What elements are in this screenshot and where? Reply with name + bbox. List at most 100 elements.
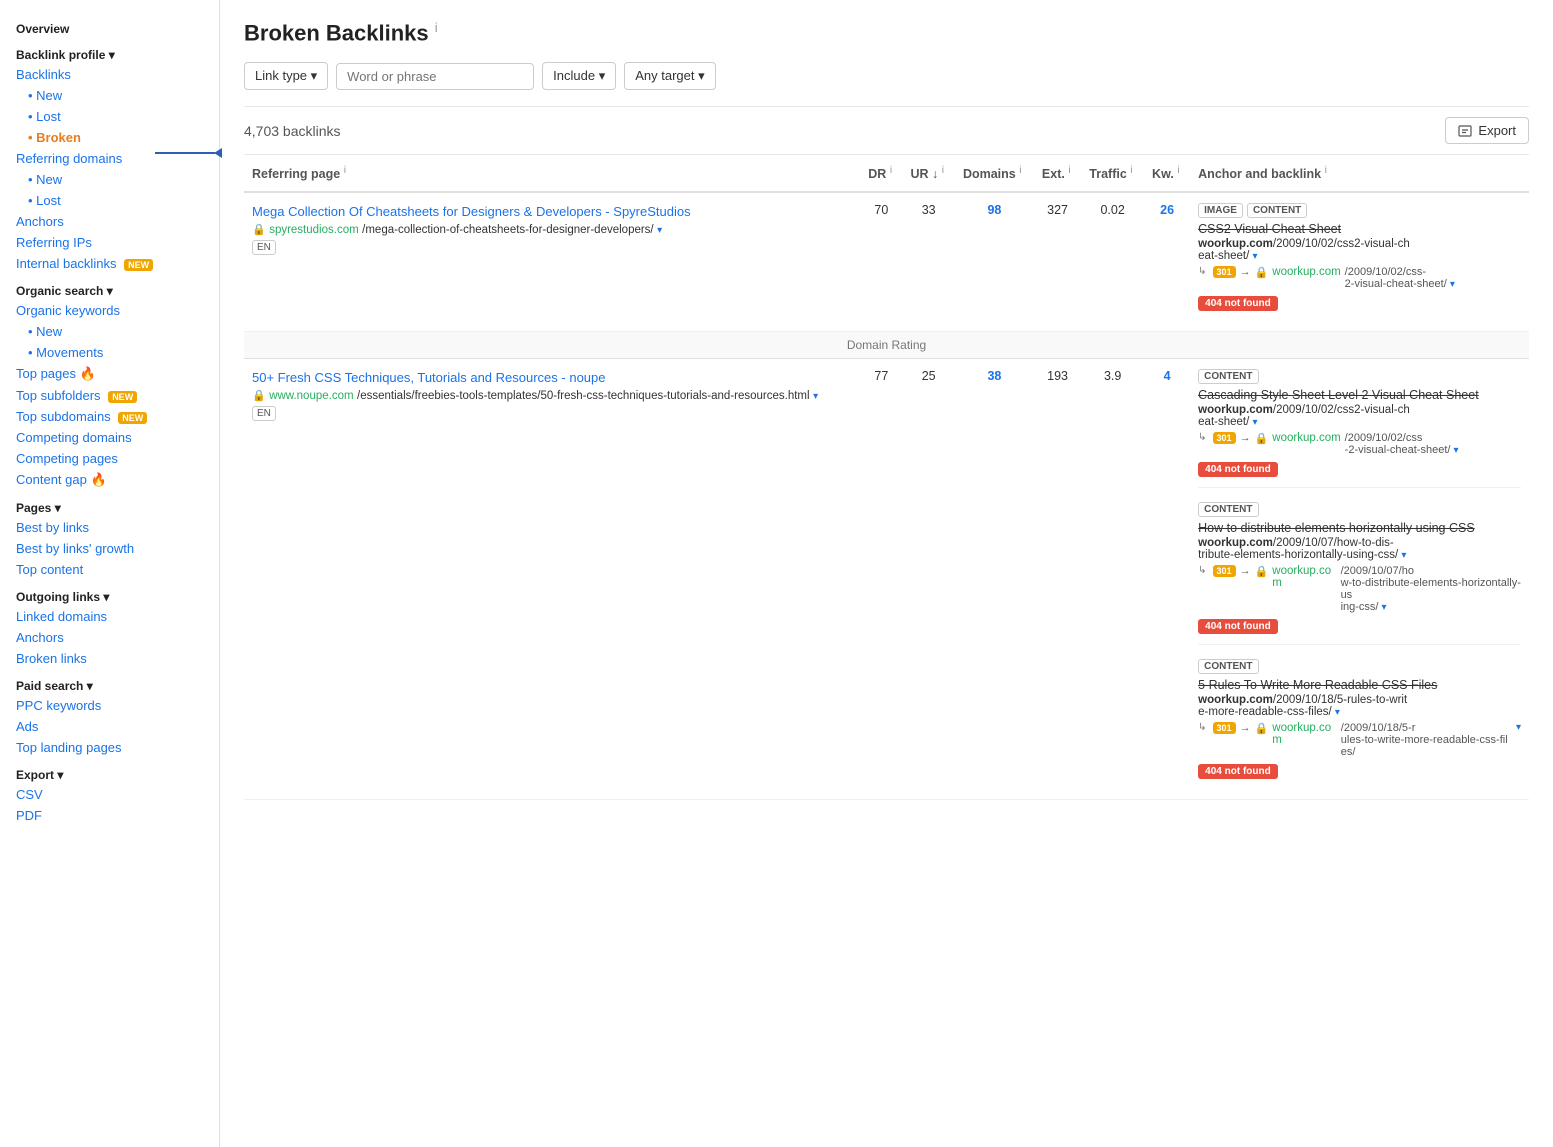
ct-badge-content-2c: CONTENT: [1198, 659, 1258, 674]
summary-bar: 4,703 backlinks Export: [244, 106, 1529, 155]
col-referring-page[interactable]: Referring page i: [244, 155, 860, 192]
col-traffic[interactable]: Traffic i: [1081, 155, 1144, 192]
anchor-expand-redir-2c[interactable]: ▾: [1516, 722, 1521, 733]
sidebar-item-referring-ips[interactable]: Referring IPs: [0, 232, 219, 253]
sidebar-item-backlinks-lost[interactable]: Lost: [0, 106, 219, 127]
sidebar-item-anchors[interactable]: Anchors: [0, 211, 219, 232]
dr-tooltip-cell: Domain Rating: [244, 332, 1529, 359]
sidebar-item-outgoing-anchors[interactable]: Anchors: [0, 627, 219, 648]
anchor-title-2a: Cascading Style Sheet Level 2 Visual Che…: [1198, 388, 1521, 402]
sidebar-item-backlinks-broken[interactable]: Broken: [0, 127, 219, 148]
status-404-2c: 404 not found: [1198, 760, 1521, 779]
kw-value[interactable]: 26: [1144, 192, 1190, 332]
sidebar-item-top-content[interactable]: Top content: [0, 559, 219, 580]
col-ur[interactable]: UR ↓ i: [902, 155, 954, 192]
sidebar-item-organic-movements[interactable]: Movements: [0, 342, 219, 363]
ct-badge-content-2a: CONTENT: [1198, 369, 1258, 384]
sidebar-item-referring-domains-new[interactable]: New: [0, 169, 219, 190]
sidebar-item-top-pages[interactable]: Top pages 🔥: [0, 363, 219, 385]
expand-url-icon[interactable]: ▾: [657, 225, 662, 236]
sidebar-item-backlinks[interactable]: Backlinks: [0, 64, 219, 85]
ct-badge-content-2b: CONTENT: [1198, 502, 1258, 517]
domain-path-2: /essentials/freebies-tools-templates/50-…: [357, 390, 810, 402]
domains-value-2[interactable]: 38: [955, 359, 1034, 800]
sidebar-item-competing-domains[interactable]: Competing domains: [0, 427, 219, 448]
sidebar-item-competing-pages[interactable]: Competing pages: [0, 448, 219, 469]
domains-value[interactable]: 98: [955, 192, 1034, 332]
lang-badge-2: EN: [252, 406, 276, 421]
anchor-expand-icon[interactable]: ▾: [1253, 251, 1258, 262]
anchor-expand-icon-2a[interactable]: ▾: [1253, 417, 1258, 428]
new-badge-subfolders: NEW: [108, 391, 137, 403]
referring-page-cell-2: 50+ Fresh CSS Techniques, Tutorials and …: [244, 359, 860, 800]
col-kw[interactable]: Kw. i: [1144, 155, 1190, 192]
sidebar-item-organic-new[interactable]: New: [0, 321, 219, 342]
col-domains[interactable]: Domains i: [955, 155, 1034, 192]
ur-value: 33: [902, 192, 954, 332]
anchor-domain-2b[interactable]: woorkup.com: [1198, 537, 1273, 549]
sidebar-item-ppc-keywords[interactable]: PPC keywords: [0, 695, 219, 716]
anchor-domain-2c[interactable]: woorkup.com: [1198, 694, 1273, 706]
redirect-link-2c[interactable]: woorkup.com: [1272, 722, 1336, 746]
col-ext[interactable]: Ext. i: [1034, 155, 1081, 192]
referring-page-link[interactable]: Mega Collection Of Cheatsheets for Desig…: [252, 204, 691, 219]
sidebar-item-internal-backlinks[interactable]: Internal backlinks NEW: [0, 253, 219, 274]
include-filter[interactable]: Include ▾: [542, 62, 616, 90]
word-phrase-input[interactable]: [336, 63, 534, 90]
sidebar-item-top-landing-pages[interactable]: Top landing pages: [0, 737, 219, 758]
redirect-lock-icon: 🔒: [1255, 266, 1269, 279]
anchor-domain[interactable]: woorkup.com: [1198, 238, 1273, 250]
ct-badge-image: IMAGE: [1198, 203, 1243, 218]
sidebar-item-backlinks-new[interactable]: New: [0, 85, 219, 106]
sidebar-item-ads[interactable]: Ads: [0, 716, 219, 737]
redirect-link-2b[interactable]: woorkup.com: [1272, 565, 1336, 589]
col-dr[interactable]: DR i: [860, 155, 902, 192]
redirect-path: /2009/10/02/css-2-visual-cheat-sheet/ ▾: [1345, 266, 1455, 290]
sidebar-item-pdf[interactable]: PDF: [0, 805, 219, 826]
col-anchor-backlink[interactable]: Anchor and backlink i: [1190, 155, 1529, 192]
sidebar-organic-search[interactable]: Organic search ▾: [0, 278, 219, 300]
sidebar-item-referring-domains-lost[interactable]: Lost: [0, 190, 219, 211]
export-icon: [1458, 124, 1472, 138]
sidebar-export[interactable]: Export ▾: [0, 762, 219, 784]
referring-domain-link[interactable]: spyrestudios.com: [269, 224, 358, 236]
kw-value-2[interactable]: 4: [1144, 359, 1190, 800]
sidebar-item-organic-keywords[interactable]: Organic keywords: [0, 300, 219, 321]
export-button[interactable]: Export: [1445, 117, 1529, 144]
redirect-arrow-icon: ↳: [1198, 266, 1206, 277]
sidebar-item-csv[interactable]: CSV: [0, 784, 219, 805]
sidebar-item-referring-domains[interactable]: Referring domains: [0, 148, 219, 169]
sidebar-item-best-by-links[interactable]: Best by links: [0, 517, 219, 538]
redirect-link[interactable]: woorkup.com: [1272, 266, 1340, 278]
sidebar-item-content-gap[interactable]: Content gap 🔥: [0, 469, 219, 491]
anchor-domain-2a[interactable]: woorkup.com: [1198, 404, 1273, 416]
referring-domain-link-2[interactable]: www.noupe.com: [269, 390, 353, 402]
redirect-path-2b: /2009/10/07/how-to-distribute-elements-h…: [1341, 565, 1521, 613]
sidebar-item-top-subdomains[interactable]: Top subdomains NEW: [0, 406, 219, 427]
new-badge: NEW: [124, 259, 153, 271]
status-404: 404 not found: [1198, 292, 1521, 311]
anchor-expand-2c[interactable]: ▾: [1335, 707, 1340, 718]
badge-301-2b: 301: [1213, 565, 1236, 577]
sidebar-backlink-profile[interactable]: Backlink profile ▾: [0, 42, 219, 64]
redirect-path-2c: /2009/10/18/5-rules-to-write-more-readab…: [1341, 722, 1512, 758]
sidebar-pages[interactable]: Pages ▾: [0, 495, 219, 517]
sidebar-overview[interactable]: Overview: [0, 16, 219, 38]
status-404-2a: 404 not found: [1198, 458, 1521, 477]
anchor-entry-2b: CONTENT How to distribute elements horiz…: [1198, 502, 1521, 645]
info-icon[interactable]: i: [435, 20, 438, 35]
sidebar-item-linked-domains[interactable]: Linked domains: [0, 606, 219, 627]
anchor-expand-2b[interactable]: ▾: [1401, 550, 1406, 561]
referring-page-link-2[interactable]: 50+ Fresh CSS Techniques, Tutorials and …: [252, 370, 606, 385]
link-type-filter[interactable]: Link type ▾: [244, 62, 328, 90]
sidebar-item-top-subfolders[interactable]: Top subfolders NEW: [0, 385, 219, 406]
anchor-entry: IMAGE CONTENT CSS2 Visual Cheat Sheet wo…: [1198, 203, 1521, 321]
sidebar-item-best-by-links-growth[interactable]: Best by links' growth: [0, 538, 219, 559]
redirect-link-2a[interactable]: woorkup.com: [1272, 432, 1340, 444]
expand-url-icon-2[interactable]: ▾: [813, 391, 818, 402]
any-target-filter[interactable]: Any target ▾: [624, 62, 715, 90]
dr-value-2: 77: [860, 359, 902, 800]
sidebar-outgoing-links[interactable]: Outgoing links ▾: [0, 584, 219, 606]
sidebar-paid-search[interactable]: Paid search ▾: [0, 673, 219, 695]
sidebar-item-broken-links[interactable]: Broken links: [0, 648, 219, 669]
